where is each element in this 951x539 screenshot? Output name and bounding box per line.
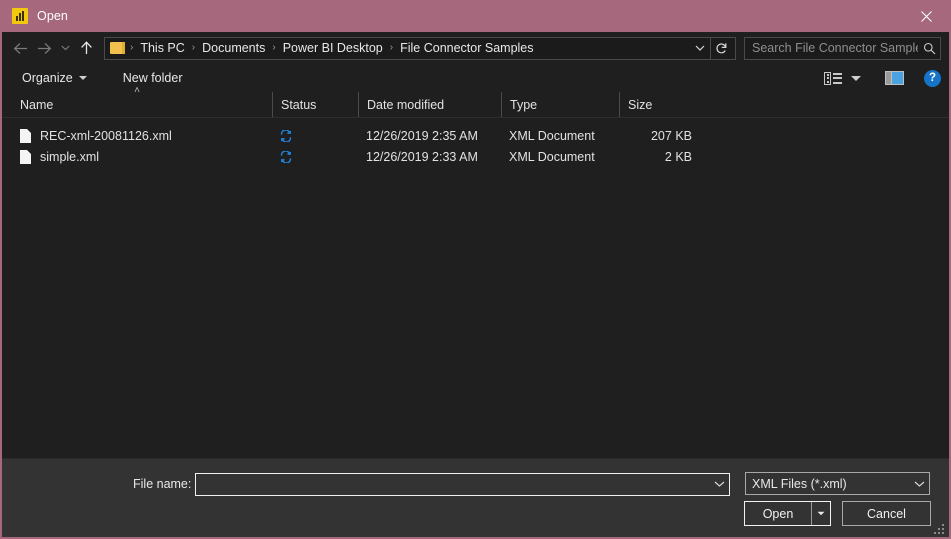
breadcrumb-power-bi-desktop[interactable]: Power BI Desktop [281,41,385,55]
file-type-cell: XML Document [509,149,595,164]
forward-button[interactable] [32,36,56,60]
view-options-icon[interactable] [824,71,842,85]
file-date-cell: 12/26/2019 2:33 AM [366,149,478,164]
navigation-bar: › This PC › Documents › Power BI Desktop… [2,32,949,64]
file-name-label: File name: [133,477,192,491]
dialog-footer: File name: XML Files (*.xml) Open Cancel [2,458,949,537]
help-icon[interactable]: ? [924,69,941,87]
address-bar[interactable]: › This PC › Documents › Power BI Desktop… [104,36,736,60]
organize-button[interactable]: Organize [16,68,93,88]
column-header-status[interactable]: Status [272,92,358,117]
new-folder-button[interactable]: New folder [117,68,189,88]
power-bi-icon [12,8,28,24]
preview-pane-icon[interactable] [885,71,904,85]
file-type-cell: XML Document [509,128,595,143]
recent-locations-chevron-down-icon[interactable] [56,36,74,60]
search-icon [918,42,940,55]
breadcrumb-this-pc[interactable]: This PC [138,41,186,55]
column-header-status-label: Status [281,97,317,112]
column-header-name-label: Name [20,97,54,112]
cancel-button[interactable]: Cancel [842,501,931,526]
breadcrumb-separator: › [272,42,276,53]
sync-pending-icon [280,150,292,163]
column-header-type-label: Type [510,97,538,112]
file-name-chevron-down-icon[interactable] [709,481,729,487]
breadcrumb-separator: › [130,42,134,53]
xml-document-icon [20,149,31,164]
resize-grip[interactable] [934,522,946,534]
sort-ascending-icon: ˄ [134,85,140,96]
address-chevron-down-icon[interactable] [690,38,710,59]
sync-pending-icon [280,129,292,142]
file-name-cell[interactable]: REC-xml-20081126.xml [2,128,272,143]
open-file-dialog: Open › This PC › Documents › Power BI De… [0,0,951,539]
title-bar: Open [2,0,949,32]
breadcrumb-separator: › [191,42,196,53]
xml-document-icon [20,128,31,143]
new-folder-label: New folder [122,71,183,85]
column-header-date-modified[interactable]: Date modified [358,92,501,117]
breadcrumb-separator: › [389,42,394,53]
open-button-label: Open [762,506,794,521]
file-name-input[interactable] [195,472,730,496]
window-title: Open [37,9,68,23]
breadcrumb-file-connector-samples[interactable]: File Connector Samples [398,41,535,55]
column-header-type[interactable]: Type [501,92,619,117]
view-chevron-down-icon[interactable] [851,75,861,81]
file-name-cell[interactable]: simple.xml [2,149,272,164]
view-icon-list-markers [824,71,831,85]
file-type-filter-value: XML Files (*.xml) [752,476,847,491]
file-name-label: REC-xml-20081126.xml [40,128,172,143]
table-row[interactable]: REC-xml-20081126.xml 12/26/2019 2:35 AM … [2,125,949,146]
file-status-cell [272,150,358,163]
filter-chevron-down-icon[interactable] [909,481,929,487]
folder-icon [110,42,125,54]
column-header-name[interactable]: ˄ Name [2,86,272,117]
file-date-cell: 12/26/2019 2:35 AM [366,128,478,143]
column-header-size-label: Size [628,97,653,112]
column-header-date-modified-label: Date modified [367,97,445,112]
refresh-icon[interactable] [711,38,731,59]
view-icon-list-lines [833,72,842,84]
file-name-label: simple.xml [40,149,100,164]
open-split-caret-icon[interactable] [811,502,830,525]
breadcrumb-documents[interactable]: Documents [200,41,267,55]
close-icon[interactable] [903,0,949,32]
file-status-cell [272,129,358,142]
column-header-size[interactable]: Size [619,92,702,117]
up-button[interactable] [74,36,98,60]
file-type-filter-select[interactable]: XML Files (*.xml) [745,472,930,495]
column-headers: ˄ Name Status Date modified Type Size [2,86,949,118]
file-list[interactable]: REC-xml-20081126.xml 12/26/2019 2:35 AM … [2,125,949,457]
file-size-cell: 207 KB [650,128,692,143]
open-button[interactable]: Open [744,501,831,526]
back-button[interactable] [8,36,32,60]
preview-pane-right [891,72,903,84]
command-bar: Organize New folder ? [2,64,949,92]
footer-divider [2,458,949,459]
organize-label: Organize [22,71,73,85]
chevron-down-icon [78,76,87,80]
search-input[interactable]: Search File Connector Samples [745,41,918,55]
file-size-cell: 2 KB [664,149,692,164]
table-row[interactable]: simple.xml 12/26/2019 2:33 AM XML Docume… [2,146,949,167]
search-box[interactable]: Search File Connector Samples [744,36,941,60]
